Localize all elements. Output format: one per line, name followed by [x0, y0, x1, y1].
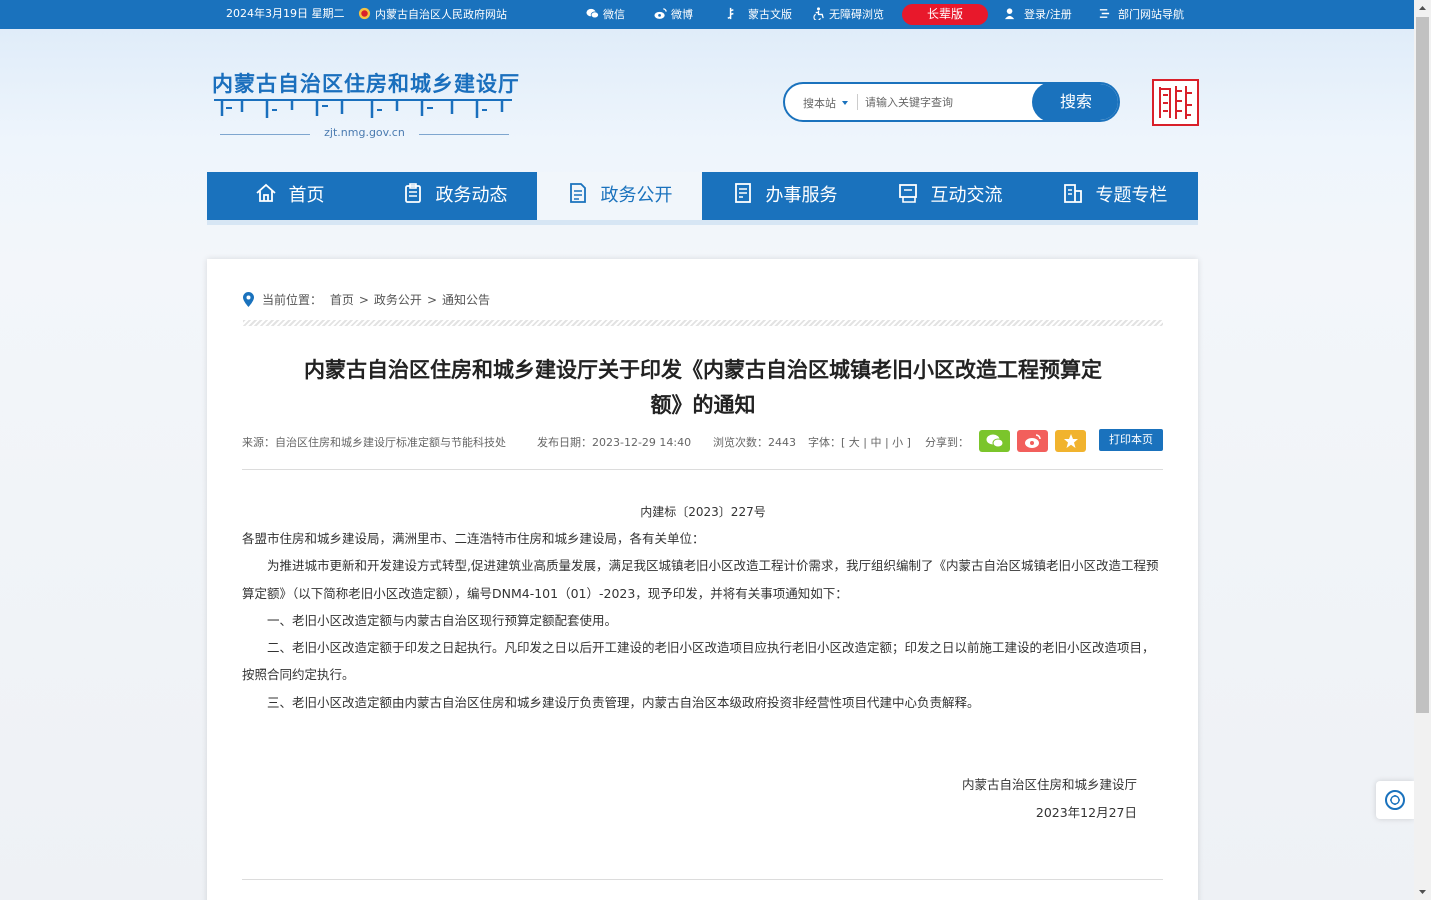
- wechat-icon: [586, 8, 599, 19]
- accessibility-icon: [813, 7, 824, 20]
- paragraph: 二、老旧小区改造定额于印发之日起执行。凡印发之日以后开工建设的老旧小区改造项目应…: [242, 640, 1155, 683]
- salutation: 各盟市住房和城乡建设局，满洲里市、二连浩特市住房和城乡建设局，各有关单位：: [242, 531, 705, 546]
- breadcrumb: 当前位置： 首页 > 政务公开 > 通知公告: [243, 291, 490, 308]
- site-url: zjt.nmg.gov.cn: [212, 126, 517, 142]
- accessible-link[interactable]: 无障碍浏览: [812, 7, 884, 22]
- signer: 内蒙古自治区住房和城乡建设厅: [961, 777, 1137, 792]
- search-scope-label: 搜本站: [803, 97, 836, 110]
- mongolian-version-link[interactable]: 蒙古文版: [725, 7, 792, 22]
- scroll-up-arrow-icon[interactable]: [1414, 0, 1431, 17]
- list-icon: [1099, 9, 1110, 18]
- user-icon: [1004, 8, 1015, 20]
- search-divider: [857, 94, 858, 110]
- current-date: 2024年3月19日 星期二: [226, 7, 345, 20]
- wechat-icon: [986, 434, 1003, 448]
- print-button[interactable]: 打印本页: [1099, 429, 1163, 451]
- article-title-line1: 内蒙古自治区住房和城乡建设厅关于印发《内蒙古自治区城镇老旧小区改造工程预算定: [304, 358, 1102, 382]
- nav-label: 办事服务: [765, 185, 838, 206]
- nav-label: 政务公开: [600, 185, 673, 206]
- login-link[interactable]: 登录/注册: [1004, 7, 1072, 22]
- share-weibo-button[interactable]: [1017, 430, 1048, 452]
- search-scope-dropdown[interactable]: 搜本站: [803, 95, 848, 111]
- document-icon: [569, 183, 586, 203]
- nav-underline: [207, 220, 1198, 225]
- location-pin-icon: [243, 292, 254, 307]
- nav-disclosure[interactable]: 政务公开: [537, 172, 702, 220]
- share-wechat-button[interactable]: [979, 430, 1010, 452]
- breadcrumb-prefix: 当前位置：: [262, 293, 323, 307]
- paragraph: 为推进城市更新和开发建设方式转型,促进建筑业高质量发展，满足我区城镇老旧小区改造…: [242, 558, 1159, 601]
- bottom-divider: [242, 879, 1163, 880]
- emblem-icon: [358, 7, 371, 20]
- document-number: 内建标〔2023〕227号: [640, 505, 766, 519]
- chat-icon: [898, 184, 917, 203]
- article-title: 内蒙古自治区住房和城乡建设厅关于印发《内蒙古自治区城镇老旧小区改造工程预算定 额…: [243, 353, 1163, 423]
- nav-label: 政务动态: [435, 185, 508, 206]
- weibo-icon: [654, 8, 667, 19]
- breadcrumb-notices[interactable]: 通知公告: [442, 293, 490, 307]
- meta-divider: [242, 469, 1163, 470]
- share-favorite-button[interactable]: [1055, 430, 1086, 452]
- article-date: 发布日期：2023-12-29 14:40: [537, 436, 692, 449]
- weibo-icon: [1024, 434, 1041, 448]
- form-icon: [734, 183, 751, 203]
- weibo-link[interactable]: 微博: [654, 7, 693, 22]
- search-input[interactable]: [865, 90, 1025, 114]
- nav-interaction[interactable]: 互动交流: [867, 172, 1032, 220]
- elder-version-button[interactable]: 长辈版: [902, 4, 988, 25]
- weibo-label: 微博: [671, 8, 693, 21]
- font-size-switcher[interactable]: 字体：[ 大 | 中 | 小 ]: [808, 434, 911, 450]
- nav-home[interactable]: 首页: [207, 172, 372, 220]
- article-title-line2: 额》的通知: [650, 393, 756, 417]
- mongolian-script-icon: [727, 7, 734, 20]
- nav-services[interactable]: 办事服务: [702, 172, 867, 220]
- site-title[interactable]: 内蒙古自治区住房和城乡建设厅: [212, 68, 520, 98]
- dept-nav-link[interactable]: 部门网站导航: [1098, 7, 1184, 22]
- paragraph: 一、老旧小区改造定额与内蒙古自治区现行预算定额配套使用。: [267, 612, 618, 628]
- gov-site-link[interactable]: 内蒙古自治区人民政府网站: [358, 7, 507, 22]
- breadcrumb-divider: [243, 320, 1163, 326]
- nav-topics[interactable]: 专题专栏: [1032, 172, 1197, 220]
- nav-news[interactable]: 政务动态: [372, 172, 537, 220]
- login-label: 登录/注册: [1024, 8, 1072, 21]
- folder-icon: [1063, 184, 1082, 203]
- share-label: 分享到：: [925, 436, 969, 449]
- home-icon: [255, 183, 276, 202]
- mongolian-version-label: 蒙古文版: [748, 8, 792, 21]
- nav-label: 互动交流: [930, 185, 1003, 206]
- nav-label: 专题专栏: [1095, 185, 1168, 206]
- seal-glyph-icon: [1159, 86, 1192, 119]
- accessibility-toolbar-icon: [1385, 790, 1405, 810]
- article-source: 来源：自治区住房和城乡建设厅标准定额与节能科技处: [242, 436, 506, 449]
- breadcrumb-separator: >: [358, 293, 369, 307]
- main-nav: 首页 政务动态 政务公开 办事服务 互动交流 专题专栏: [207, 172, 1198, 220]
- scrollbar-thumb[interactable]: [1416, 17, 1429, 713]
- article-panel: 当前位置： 首页 > 政务公开 > 通知公告 内蒙古自治区住房和城乡建设厅关于印发《内蒙…: [207, 259, 1198, 900]
- nav-label: 首页: [288, 185, 325, 206]
- breadcrumb-home[interactable]: 首页: [330, 293, 354, 307]
- star-icon: [1063, 434, 1078, 448]
- article-body: 各盟市住房和城乡建设局，满洲里市、二连浩特市住房和城乡建设局，各有关单位： 为推…: [242, 525, 1163, 716]
- breadcrumb-disclosure[interactable]: 政务公开: [374, 293, 422, 307]
- sign-date: 2023年12月27日: [1035, 805, 1137, 820]
- top-bar: 2024年3月19日 星期二 内蒙古自治区人民政府网站 微信 微博 蒙古文版 无…: [0, 0, 1414, 29]
- floating-assistant-button[interactable]: [1376, 781, 1414, 819]
- paragraph: 三、老旧小区改造定额由内蒙古自治区住房和城乡建设厅负责管理，内蒙古自治区本级政府…: [267, 694, 980, 710]
- mongolian-title-graphic: [214, 99, 512, 118]
- wechat-label: 微信: [603, 8, 625, 21]
- accessible-label: 无障碍浏览: [829, 8, 884, 21]
- breadcrumb-separator: >: [426, 293, 437, 307]
- scroll-down-arrow-icon[interactable]: [1414, 883, 1431, 900]
- search-button[interactable]: 搜索: [1032, 84, 1118, 120]
- inner-mongolia-seal-icon[interactable]: [1152, 79, 1199, 126]
- caret-down-icon: [842, 101, 848, 105]
- article-views: 浏览次数：2443: [713, 436, 796, 449]
- dept-nav-label: 部门网站导航: [1118, 8, 1184, 21]
- signature-block: 内蒙古自治区住房和城乡建设厅 2023年12月27日: [962, 771, 1137, 827]
- search-box: 搜本站 搜索: [783, 82, 1120, 122]
- clipboard-icon: [404, 183, 421, 203]
- gov-site-label: 内蒙古自治区人民政府网站: [375, 8, 507, 21]
- wechat-link[interactable]: 微信: [586, 7, 625, 22]
